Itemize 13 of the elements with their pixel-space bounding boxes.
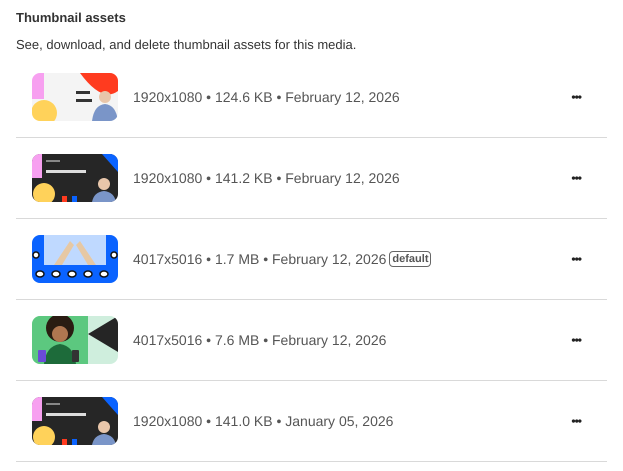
- more-options-button[interactable]: •••: [567, 87, 585, 107]
- more-options-button[interactable]: •••: [567, 249, 585, 269]
- section-description: See, download, and delete thumbnail assets for this media.: [16, 36, 358, 54]
- asset-details: 4017x5016 • 1.7 MB • February 12, 2026: [133, 250, 386, 269]
- more-options-button[interactable]: •••: [567, 168, 585, 188]
- default-badge: default: [389, 251, 432, 267]
- more-options-button[interactable]: •••: [567, 411, 585, 431]
- asset-details: 1920x1080 • 141.0 KB • January 05, 2026: [133, 412, 394, 431]
- asset-details: 1920x1080 • 124.6 KB • February 12, 2026: [133, 88, 400, 107]
- more-options-button[interactable]: •••: [567, 330, 585, 350]
- section-title: Thumbnail assets: [16, 9, 127, 27]
- asset-details: 4017x5016 • 7.6 MB • February 12, 2026: [133, 330, 386, 350]
- asset-details: 1920x1080 • 141.2 KB • February 12, 2026: [133, 168, 400, 188]
